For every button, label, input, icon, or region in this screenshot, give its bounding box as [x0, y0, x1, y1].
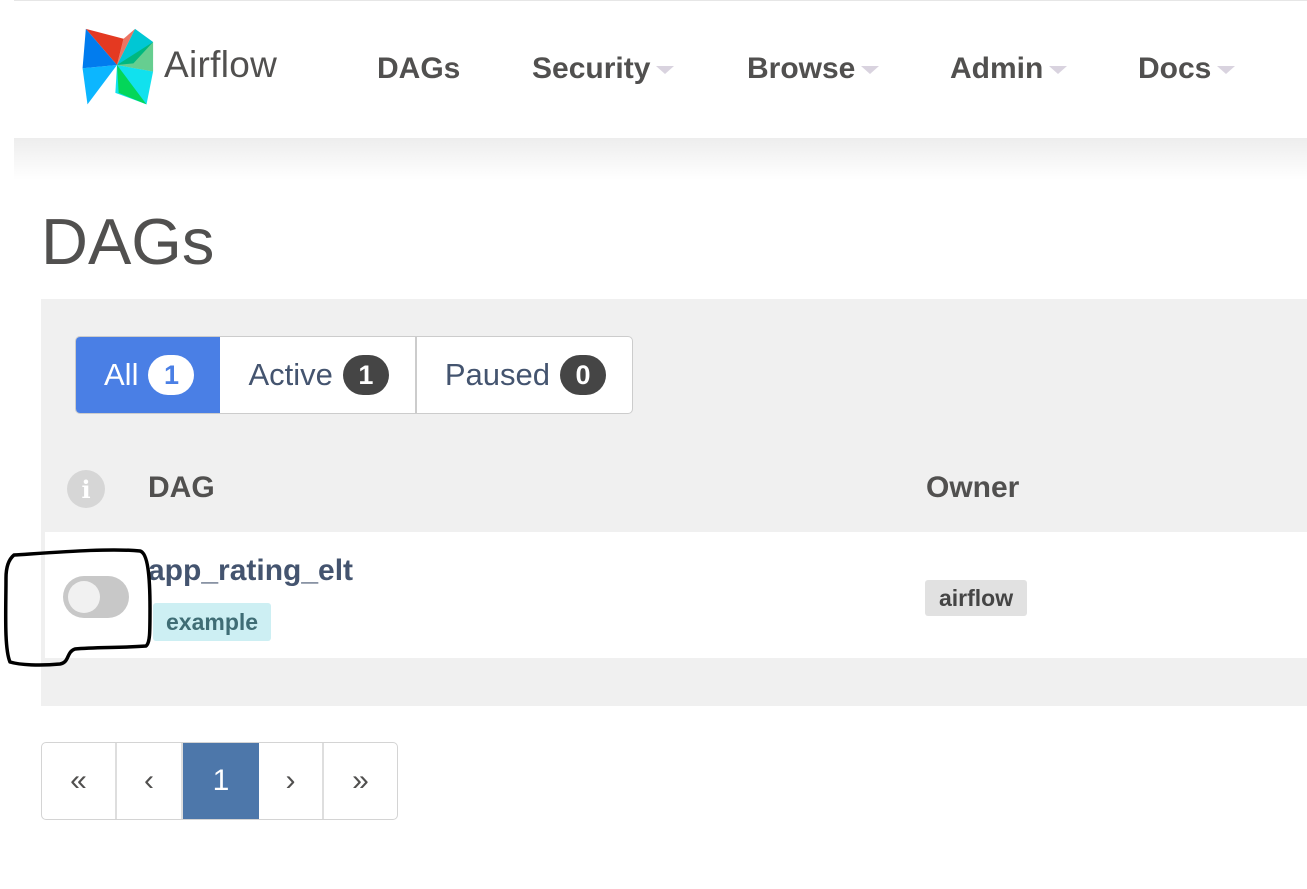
dag-tag[interactable]: example [153, 603, 272, 641]
nav-browse[interactable]: Browse [747, 47, 880, 91]
first-page-button[interactable]: « [42, 743, 117, 819]
column-header-dag[interactable]: DAG [148, 471, 215, 505]
next-page-button[interactable]: › [259, 743, 324, 819]
page-title: DAGs [41, 205, 215, 278]
navbar-shadow [14, 138, 1307, 180]
dag-id-link[interactable]: app_rating_elt [148, 554, 353, 588]
dags-panel: All 1 Active 1 Paused 0 i DAG Owner app_… [41, 299, 1307, 706]
brand-name: Airflow [164, 44, 278, 85]
info-icon[interactable]: i [67, 470, 105, 508]
nav-admin[interactable]: Admin [950, 47, 1068, 91]
table-row: app_rating_elt example airflow [45, 532, 1307, 658]
caret-down-icon [1049, 66, 1068, 74]
nav-security[interactable]: Security [532, 47, 675, 91]
nav-dags[interactable]: DAGs [377, 47, 460, 91]
dag-pause-toggle[interactable] [63, 576, 129, 618]
filter-active-button[interactable]: Active 1 [220, 337, 417, 413]
airflow-logo-icon [76, 24, 158, 106]
column-header-owner[interactable]: Owner [926, 471, 1019, 505]
status-filter-group: All 1 Active 1 Paused 0 [75, 336, 634, 414]
pagination: « ‹ 1 › » [41, 742, 398, 820]
nav-docs-label: Docs [1138, 52, 1212, 85]
nav-security-label: Security [532, 52, 651, 85]
nav-browse-label: Browse [747, 52, 856, 85]
caret-down-icon [656, 66, 675, 74]
nav-dags-label: DAGs [377, 52, 461, 85]
toggle-knob [68, 581, 100, 613]
last-page-button[interactable]: » [324, 743, 397, 819]
page-1-button[interactable]: 1 [183, 743, 259, 819]
filter-all-count: 1 [148, 355, 195, 395]
navbar: Airflow DAGs Security Browse Admin Docs [14, 1, 1307, 138]
filter-active-label: Active [248, 357, 333, 392]
filter-paused-label: Paused [444, 357, 551, 392]
brand[interactable]: Airflow [76, 22, 277, 108]
filter-all-label: All [104, 357, 139, 392]
prev-page-button[interactable]: ‹ [117, 743, 183, 819]
nav-docs[interactable]: Docs [1138, 47, 1236, 91]
nav-admin-label: Admin [950, 52, 1044, 85]
caret-down-icon [861, 66, 880, 74]
filter-active-count: 1 [342, 355, 389, 395]
filter-paused-button[interactable]: Paused 0 [417, 337, 632, 413]
filter-paused-count: 0 [560, 355, 607, 395]
owner-badge: airflow [925, 580, 1028, 616]
filter-all-button[interactable]: All 1 [76, 337, 221, 413]
caret-down-icon [1217, 66, 1236, 74]
